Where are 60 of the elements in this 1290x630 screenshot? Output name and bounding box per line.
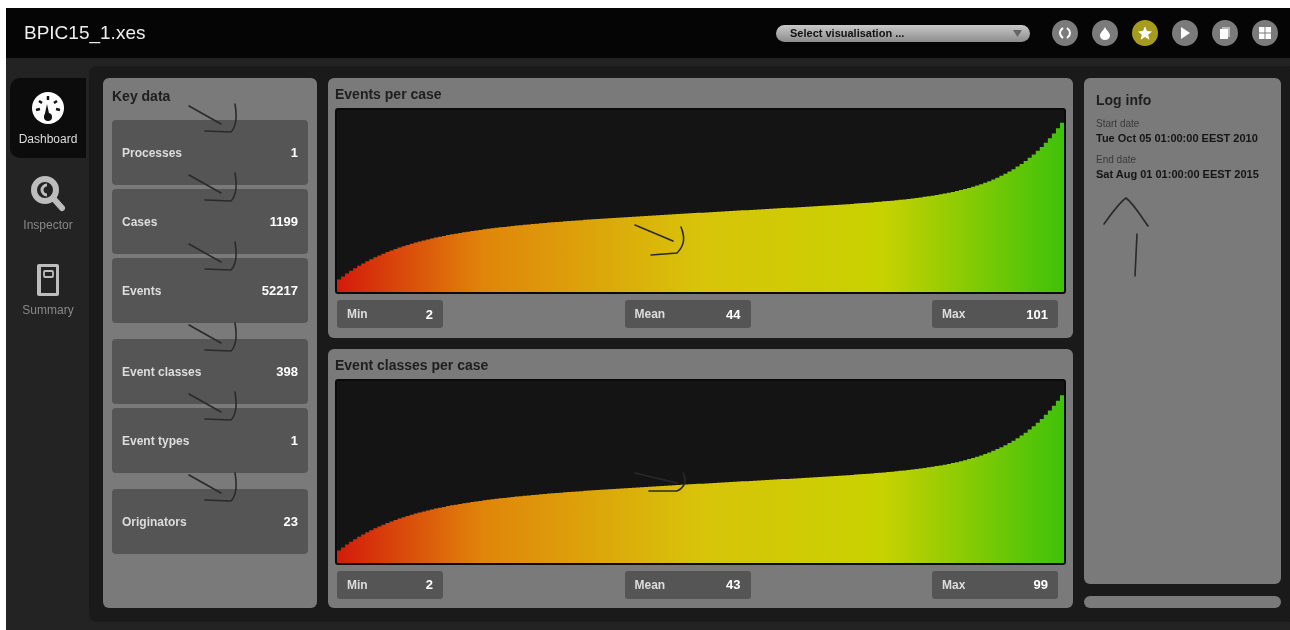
card-label: Processes xyxy=(122,145,183,160)
gauge-icon xyxy=(30,90,66,126)
stat-value: 44 xyxy=(726,306,741,322)
card-value: 398 xyxy=(276,364,298,379)
toolbar-button[interactable] xyxy=(1132,20,1158,46)
hand-drawn-arrow xyxy=(187,390,239,422)
card-label: Event types xyxy=(122,433,190,448)
field-label: Start date xyxy=(1096,118,1141,129)
stat-label: Min xyxy=(347,307,368,321)
hand-drawn-arrow xyxy=(187,240,239,272)
sidebar-item[interactable]: Inspector xyxy=(10,164,86,244)
stat-value: 99 xyxy=(1033,577,1048,592)
toolbar-button[interactable] xyxy=(1052,20,1078,46)
toolbar-button[interactable] xyxy=(1252,20,1278,46)
brackets-icon xyxy=(1058,26,1072,40)
stat-label: Max xyxy=(942,577,966,592)
stat-value: 43 xyxy=(726,577,741,592)
stat-label: Mean xyxy=(634,307,666,321)
card-label: Cases xyxy=(122,214,158,229)
stat-label: Max xyxy=(942,307,966,321)
book-icon xyxy=(35,263,61,297)
panel-title: Event classes per case xyxy=(335,356,490,373)
hand-drawn-arrow xyxy=(187,471,239,503)
toolbar-button[interactable] xyxy=(1212,20,1238,46)
field-value: Sat Aug 01 01:00:00 EEST 2015 xyxy=(1096,168,1260,180)
stat-label: Min xyxy=(347,577,368,592)
toolbar-button[interactable] xyxy=(1172,20,1198,46)
field-label: End date xyxy=(1096,154,1138,165)
caret-icon xyxy=(1013,29,1022,37)
stat-value: 2 xyxy=(425,577,433,592)
card-value: 23 xyxy=(283,514,298,529)
star-icon xyxy=(1137,25,1153,41)
magnifier-icon xyxy=(31,176,65,212)
sidebar-item[interactable]: Dashboard xyxy=(10,78,86,158)
sidebar-item[interactable]: Summary xyxy=(10,250,86,330)
card-value: 1199 xyxy=(269,214,298,229)
copy-icon xyxy=(1218,26,1232,40)
field-value: Tue Oct 05 01:00:00 EEST 2010 xyxy=(1096,132,1259,144)
card-value: 1 xyxy=(290,145,298,160)
drop-icon xyxy=(1099,26,1111,40)
visualisation-dropdown[interactable]: Select visualisation ... xyxy=(776,24,1030,42)
stat-value: 2 xyxy=(425,306,433,322)
panel-title: Log info xyxy=(1096,92,1153,108)
toolbar-button[interactable] xyxy=(1092,20,1118,46)
hand-drawn-arrow xyxy=(187,102,239,134)
stat-label: Mean xyxy=(634,577,666,592)
hand-drawn-arrow xyxy=(187,321,239,353)
card-value: 1 xyxy=(290,433,298,448)
grid-icon xyxy=(1258,26,1272,40)
card-label: Events xyxy=(122,283,162,298)
panel-title: Events per case xyxy=(335,86,443,102)
panel-title: Key data xyxy=(112,88,172,104)
hand-drawn-arrow xyxy=(187,171,239,203)
stat-value: 101 xyxy=(1026,306,1048,322)
card-value: 52217 xyxy=(261,283,298,298)
card-label: Originators xyxy=(122,514,187,529)
card-label: Event classes xyxy=(122,364,202,379)
file-title: BPIC15_1.xes xyxy=(24,22,147,44)
play-icon xyxy=(1179,26,1191,40)
hand-drawn-arrow xyxy=(633,223,685,256)
